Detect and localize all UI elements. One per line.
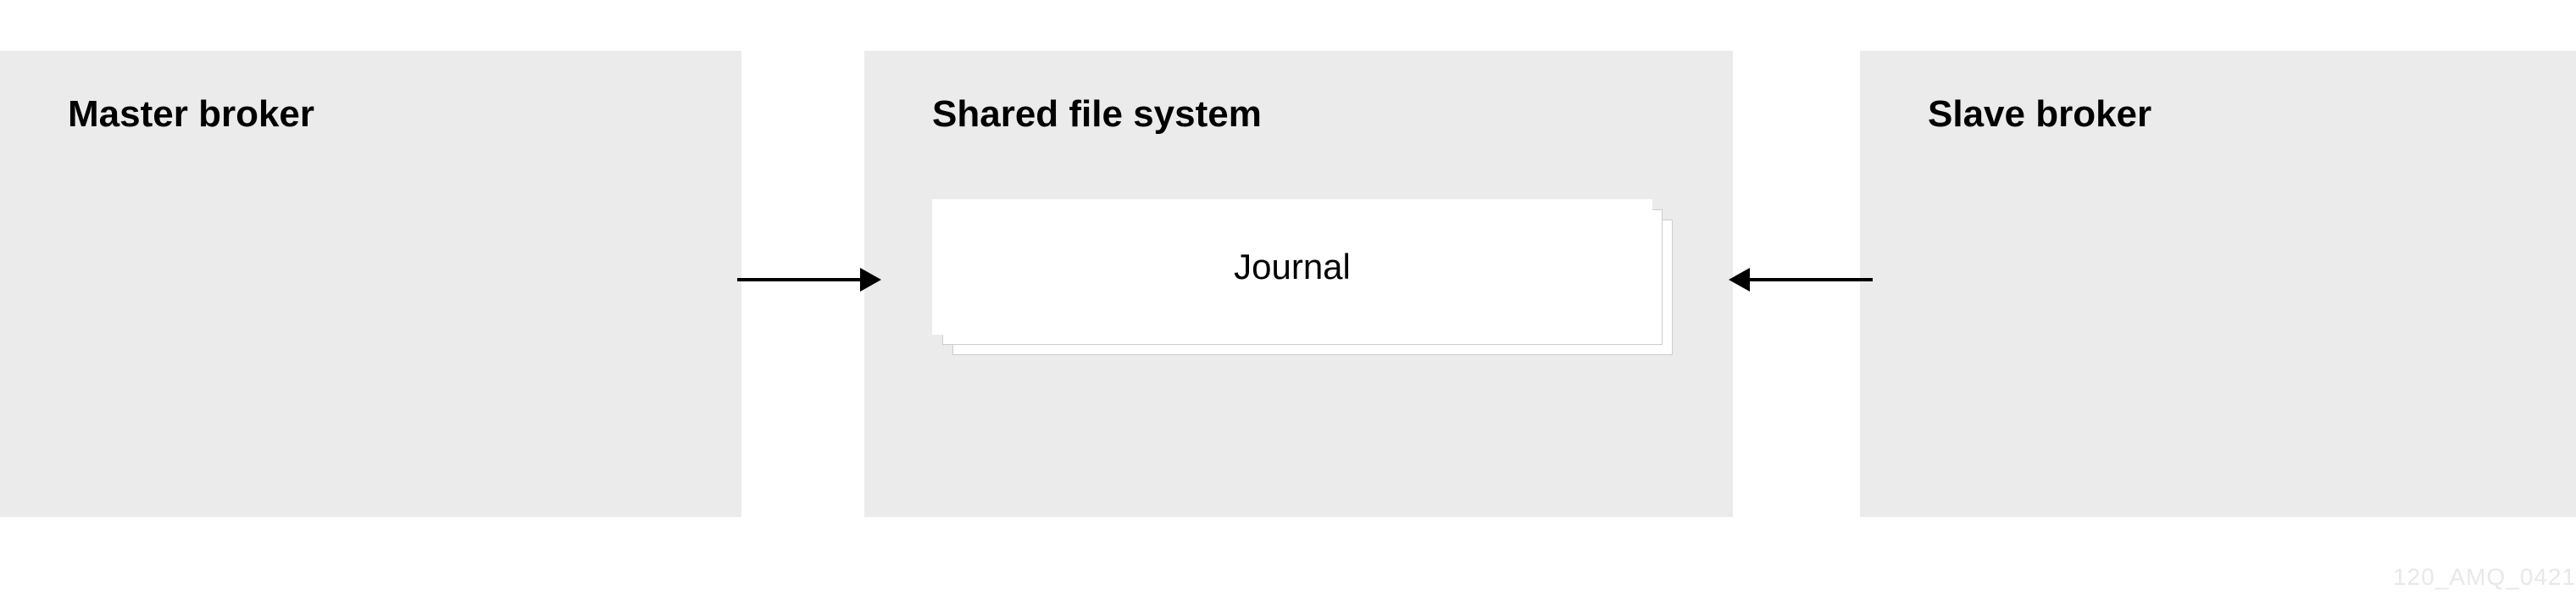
diagram-container: Master broker Shared file system Journal… (0, 0, 2576, 606)
shared-file-system-title: Shared file system (864, 51, 1733, 136)
slave-broker-title: Slave broker (1860, 51, 2576, 136)
watermark-text: 120_AMQ_0421 (2393, 564, 2576, 591)
master-broker-title: Master broker (0, 51, 741, 136)
master-broker-box: Master broker (0, 51, 741, 517)
journal-stack: Journal (932, 199, 1669, 360)
journal-card-front: Journal (932, 199, 1652, 335)
slave-broker-box: Slave broker (1860, 51, 2576, 517)
arrow-slave-to-shared-icon (1729, 263, 1873, 301)
shared-file-system-box: Shared file system Journal (864, 51, 1733, 517)
arrow-master-to-shared-icon (737, 263, 881, 301)
journal-label: Journal (1234, 247, 1351, 287)
